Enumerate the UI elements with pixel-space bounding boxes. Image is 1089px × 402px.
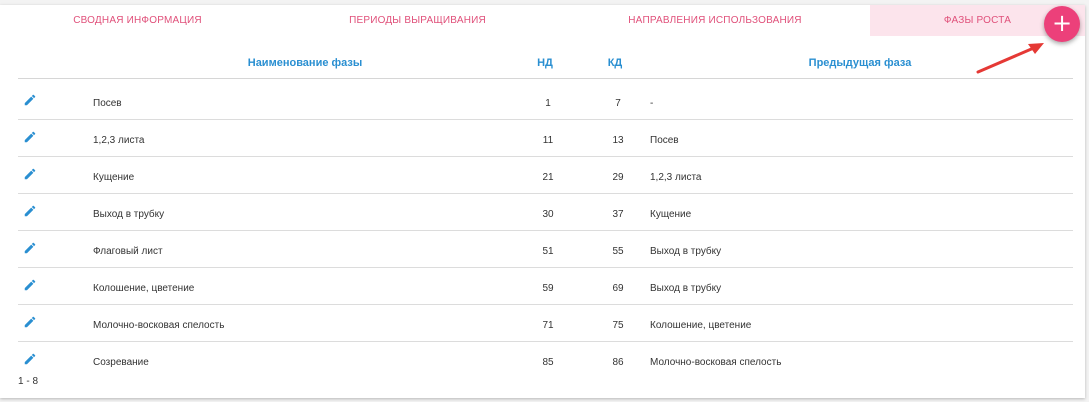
- phase-name: 1,2,3 листа: [93, 135, 145, 146]
- phase-name: Колошение, цветение: [93, 283, 195, 294]
- phase-kd: 55: [612, 246, 624, 257]
- phase-nd: 1: [545, 98, 551, 109]
- tab-usage-directions[interactable]: НАПРАВЛЕНИЯ ИСПОЛЬЗОВАНИЯ: [560, 5, 870, 36]
- phase-kd: 86: [612, 357, 624, 368]
- phase-name: Созревание: [93, 357, 149, 368]
- phase-kd: 13: [612, 135, 624, 146]
- phase-kd: 69: [612, 283, 624, 294]
- column-header-phase-name[interactable]: Наименование фазы: [200, 57, 410, 69]
- edit-pencil-icon[interactable]: [23, 204, 37, 218]
- tab-summary[interactable]: СВОДНАЯ ИНФОРМАЦИЯ: [0, 5, 275, 36]
- phase-nd: 30: [542, 209, 554, 220]
- previous-phase: Кущение: [650, 209, 692, 220]
- pagination-range: 1 - 8: [18, 376, 39, 387]
- edit-pencil-icon[interactable]: [23, 315, 37, 329]
- table-row: Флаговый лист 51 55 Выход в трубку: [18, 231, 1073, 268]
- edit-pencil-icon[interactable]: [23, 278, 37, 292]
- previous-phase: -: [650, 98, 654, 109]
- phase-kd: 37: [612, 209, 624, 220]
- table-row: Кущение 21 29 1,2,3 листа: [18, 157, 1073, 194]
- phase-name: Молочно-восковая спелость: [93, 320, 225, 331]
- phase-nd: 11: [542, 135, 554, 146]
- phase-name: Посев: [93, 98, 122, 109]
- phase-nd: 71: [542, 320, 554, 331]
- table-row: Посев 1 7 -: [18, 83, 1073, 120]
- phase-nd: 85: [542, 357, 554, 368]
- table-row: Колошение, цветение 59 69 Выход в трубку: [18, 268, 1073, 305]
- tab-bar: СВОДНАЯ ИНФОРМАЦИЯ ПЕРИОДЫ ВЫРАЩИВАНИЯ Н…: [0, 5, 1085, 36]
- edit-pencil-icon[interactable]: [23, 352, 37, 366]
- phase-kd: 7: [615, 98, 621, 109]
- edit-pencil-icon[interactable]: [23, 167, 37, 181]
- edit-pencil-icon[interactable]: [23, 241, 37, 255]
- previous-phase: 1,2,3 листа: [650, 172, 702, 183]
- phase-name: Кущение: [93, 172, 135, 183]
- add-phase-button[interactable]: +: [1044, 6, 1080, 42]
- edit-pencil-icon[interactable]: [23, 130, 37, 144]
- previous-phase: Посев: [650, 135, 679, 146]
- table-row: 1,2,3 листа 11 13 Посев: [18, 120, 1073, 157]
- previous-phase: Выход в трубку: [650, 246, 722, 257]
- phase-name: Флаговый лист: [93, 246, 163, 257]
- growth-phases-card: СВОДНАЯ ИНФОРМАЦИЯ ПЕРИОДЫ ВЫРАЩИВАНИЯ Н…: [0, 5, 1085, 398]
- column-header-previous-phase[interactable]: Предыдущая фаза: [760, 57, 960, 69]
- table-row: Созревание 85 86 Молочно-восковая спелость: [18, 342, 1073, 379]
- header-divider: [18, 78, 1073, 79]
- phase-nd: 21: [542, 172, 554, 183]
- table-row: Выход в трубку 30 37 Кущение: [18, 194, 1073, 231]
- phase-kd: 29: [612, 172, 624, 183]
- annotation-arrow-icon: [976, 43, 1044, 74]
- phase-nd: 59: [542, 283, 554, 294]
- phase-name: Выход в трубку: [93, 209, 165, 220]
- phase-kd: 75: [612, 320, 624, 331]
- previous-phase: Колошение, цветение: [650, 320, 752, 331]
- column-header-kd[interactable]: КД: [600, 57, 630, 69]
- phase-nd: 51: [542, 246, 554, 257]
- previous-phase: Выход в трубку: [650, 283, 722, 294]
- table-row: Молочно-восковая спелость 71 75 Колошение, …: [18, 305, 1073, 342]
- edit-pencil-icon[interactable]: [23, 93, 37, 107]
- tab-growing-periods[interactable]: ПЕРИОДЫ ВЫРАЩИВАНИЯ: [275, 5, 560, 36]
- previous-phase: Молочно-восковая спелость: [650, 357, 782, 368]
- column-header-nd[interactable]: НД: [530, 57, 560, 69]
